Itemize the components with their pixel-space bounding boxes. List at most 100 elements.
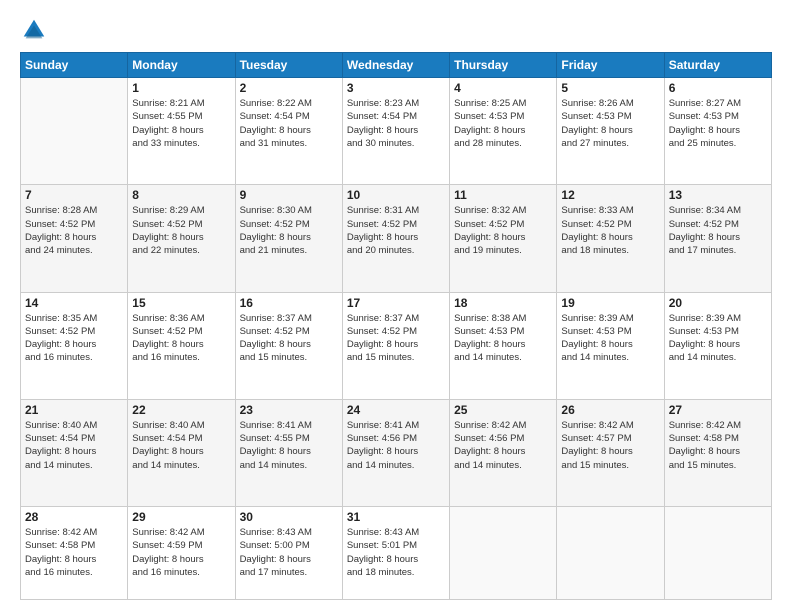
day-info: Sunrise: 8:34 AMSunset: 4:52 PMDaylight:… [669,204,767,257]
day-number: 15 [132,296,230,310]
day-info: Sunrise: 8:42 AMSunset: 4:58 PMDaylight:… [25,526,123,579]
day-info: Sunrise: 8:40 AMSunset: 4:54 PMDaylight:… [132,419,230,472]
day-info: Sunrise: 8:42 AMSunset: 4:59 PMDaylight:… [132,526,230,579]
day-info: Sunrise: 8:40 AMSunset: 4:54 PMDaylight:… [25,419,123,472]
calendar-cell: 26Sunrise: 8:42 AMSunset: 4:57 PMDayligh… [557,399,664,506]
day-number: 4 [454,81,552,95]
day-number: 23 [240,403,338,417]
day-number: 2 [240,81,338,95]
day-info: Sunrise: 8:27 AMSunset: 4:53 PMDaylight:… [669,97,767,150]
day-number: 17 [347,296,445,310]
day-info: Sunrise: 8:21 AMSunset: 4:55 PMDaylight:… [132,97,230,150]
calendar-cell: 14 Sunrise: 8:35 AMSunset: 4:52 PMDayligh… [21,292,128,399]
calendar-cell: 25Sunrise: 8:42 AMSunset: 4:56 PMDayligh… [450,399,557,506]
calendar-cell: 18 Sunrise: 8:38 AMSunset: 4:53 PMDayligh… [450,292,557,399]
calendar-cell: 16 Sunrise: 8:37 AMSunset: 4:52 PMDayligh… [235,292,342,399]
calendar-cell [557,507,664,600]
calendar-cell: 15 Sunrise: 8:36 AMSunset: 4:52 PMDayligh… [128,292,235,399]
header-wednesday: Wednesday [342,53,449,78]
day-number: 8 [132,188,230,202]
day-number: 5 [561,81,659,95]
day-number: 18 [454,296,552,310]
day-info: Sunrise: 8:37 AMSunset: 4:52 PMDaylight:… [240,312,338,365]
calendar-cell: 19 Sunrise: 8:39 AMSunset: 4:53 PMDayligh… [557,292,664,399]
page: Sunday Monday Tuesday Wednesday Thursday… [0,0,792,612]
header-monday: Monday [128,53,235,78]
day-info: Sunrise: 8:22 AMSunset: 4:54 PMDaylight:… [240,97,338,150]
calendar-cell: 2 Sunrise: 8:22 AMSunset: 4:54 PMDaylight… [235,78,342,185]
day-number: 19 [561,296,659,310]
calendar-cell: 24Sunrise: 8:41 AMSunset: 4:56 PMDayligh… [342,399,449,506]
header-friday: Friday [557,53,664,78]
day-number: 22 [132,403,230,417]
calendar-cell: 31 Sunrise: 8:43 AMSunset: 5:01 PMDayligh… [342,507,449,600]
day-info: Sunrise: 8:37 AMSunset: 4:52 PMDaylight:… [347,312,445,365]
day-info: Sunrise: 8:43 AMSunset: 5:00 PMDaylight:… [240,526,338,579]
day-number: 13 [669,188,767,202]
day-number: 20 [669,296,767,310]
calendar-cell: 4 Sunrise: 8:25 AMSunset: 4:53 PMDaylight… [450,78,557,185]
day-number: 1 [132,81,230,95]
day-info: Sunrise: 8:31 AMSunset: 4:52 PMDaylight:… [347,204,445,257]
calendar-cell: 11 Sunrise: 8:32 AMSunset: 4:52 PMDayligh… [450,185,557,292]
day-info: Sunrise: 8:36 AMSunset: 4:52 PMDaylight:… [132,312,230,365]
calendar-cell: 9 Sunrise: 8:30 AMSunset: 4:52 PMDaylight… [235,185,342,292]
day-info: Sunrise: 8:28 AMSunset: 4:52 PMDaylight:… [25,204,123,257]
day-number: 27 [669,403,767,417]
day-info: Sunrise: 8:41 AMSunset: 4:55 PMDaylight:… [240,419,338,472]
day-number: 28 [25,510,123,524]
calendar-cell: 6 Sunrise: 8:27 AMSunset: 4:53 PMDaylight… [664,78,771,185]
day-info: Sunrise: 8:43 AMSunset: 5:01 PMDaylight:… [347,526,445,579]
day-number: 21 [25,403,123,417]
logo [20,16,52,44]
calendar-cell [21,78,128,185]
calendar-cell: 27 Sunrise: 8:42 AMSunset: 4:58 PMDayligh… [664,399,771,506]
calendar-cell [664,507,771,600]
calendar-cell: 29Sunrise: 8:42 AMSunset: 4:59 PMDayligh… [128,507,235,600]
calendar-cell: 23 Sunrise: 8:41 AMSunset: 4:55 PMDayligh… [235,399,342,506]
calendar-table: Sunday Monday Tuesday Wednesday Thursday… [20,52,772,600]
day-info: Sunrise: 8:23 AMSunset: 4:54 PMDaylight:… [347,97,445,150]
day-info: Sunrise: 8:32 AMSunset: 4:52 PMDaylight:… [454,204,552,257]
day-number: 16 [240,296,338,310]
calendar-cell: 5 Sunrise: 8:26 AMSunset: 4:53 PMDaylight… [557,78,664,185]
day-info: Sunrise: 8:25 AMSunset: 4:53 PMDaylight:… [454,97,552,150]
day-info: Sunrise: 8:33 AMSunset: 4:52 PMDaylight:… [561,204,659,257]
logo-icon [20,16,48,44]
day-info: Sunrise: 8:35 AMSunset: 4:52 PMDaylight:… [25,312,123,365]
header-saturday: Saturday [664,53,771,78]
calendar-cell: 1 Sunrise: 8:21 AMSunset: 4:55 PMDaylight… [128,78,235,185]
calendar-cell: 22 Sunrise: 8:40 AMSunset: 4:54 PMDayligh… [128,399,235,506]
day-info: Sunrise: 8:26 AMSunset: 4:53 PMDaylight:… [561,97,659,150]
day-info: Sunrise: 8:41 AMSunset: 4:56 PMDaylight:… [347,419,445,472]
header-sunday: Sunday [21,53,128,78]
header-tuesday: Tuesday [235,53,342,78]
calendar-cell: 13 Sunrise: 8:34 AMSunset: 4:52 PMDayligh… [664,185,771,292]
day-number: 10 [347,188,445,202]
day-info: Sunrise: 8:29 AMSunset: 4:52 PMDaylight:… [132,204,230,257]
day-number: 6 [669,81,767,95]
day-info: Sunrise: 8:42 AMSunset: 4:58 PMDaylight:… [669,419,767,472]
day-info: Sunrise: 8:42 AMSunset: 4:56 PMDaylight:… [454,419,552,472]
calendar-cell: 7 Sunrise: 8:28 AMSunset: 4:52 PMDaylight… [21,185,128,292]
day-info: Sunrise: 8:39 AMSunset: 4:53 PMDaylight:… [669,312,767,365]
calendar-cell: 3 Sunrise: 8:23 AMSunset: 4:54 PMDaylight… [342,78,449,185]
calendar-cell [450,507,557,600]
calendar-cell: 30 Sunrise: 8:43 AMSunset: 5:00 PMDayligh… [235,507,342,600]
calendar-header-row: Sunday Monday Tuesday Wednesday Thursday… [21,53,772,78]
day-number: 7 [25,188,123,202]
day-info: Sunrise: 8:39 AMSunset: 4:53 PMDaylight:… [561,312,659,365]
day-number: 30 [240,510,338,524]
day-info: Sunrise: 8:38 AMSunset: 4:53 PMDaylight:… [454,312,552,365]
calendar-cell: 20 Sunrise: 8:39 AMSunset: 4:53 PMDayligh… [664,292,771,399]
calendar-cell: 21 Sunrise: 8:40 AMSunset: 4:54 PMDayligh… [21,399,128,506]
calendar-cell: 28 Sunrise: 8:42 AMSunset: 4:58 PMDayligh… [21,507,128,600]
day-number: 11 [454,188,552,202]
day-number: 3 [347,81,445,95]
day-number: 14 [25,296,123,310]
day-number: 9 [240,188,338,202]
calendar-cell: 12Sunrise: 8:33 AMSunset: 4:52 PMDayligh… [557,185,664,292]
day-info: Sunrise: 8:42 AMSunset: 4:57 PMDaylight:… [561,419,659,472]
day-number: 31 [347,510,445,524]
day-info: Sunrise: 8:30 AMSunset: 4:52 PMDaylight:… [240,204,338,257]
